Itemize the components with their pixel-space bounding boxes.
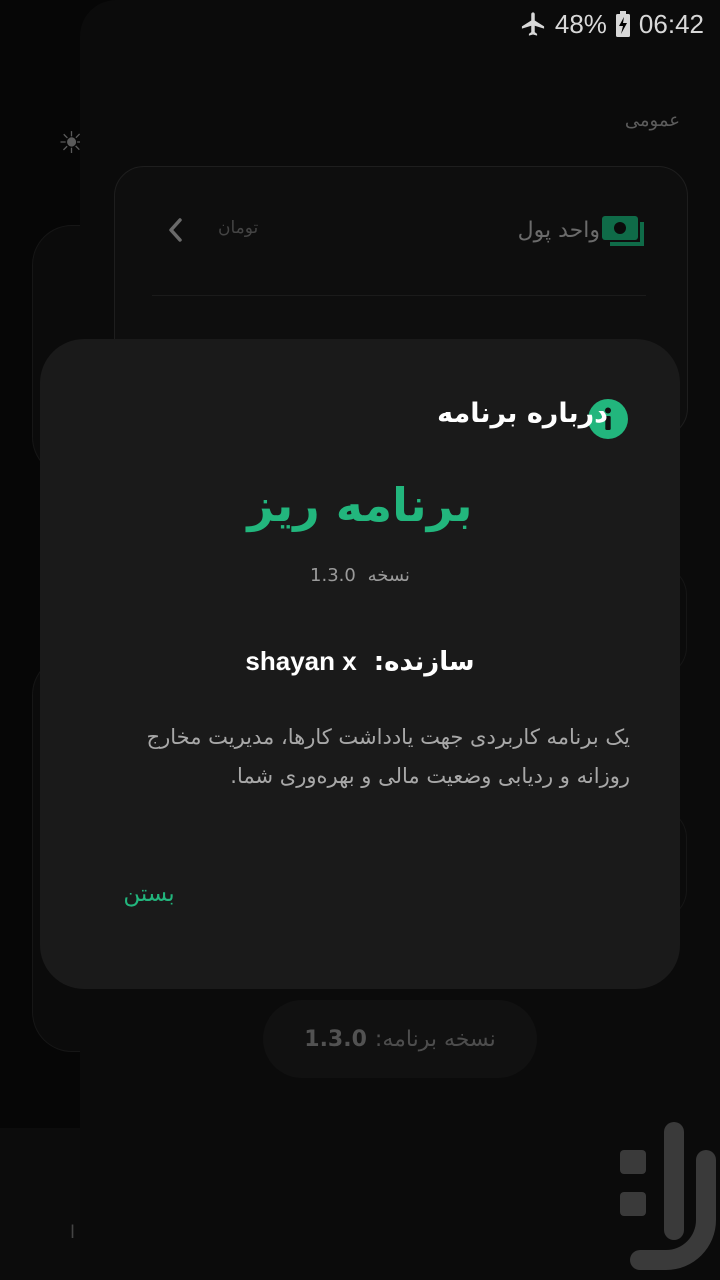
airplane-icon — [519, 10, 547, 38]
divider — [152, 295, 646, 296]
chevron-left-icon[interactable] — [164, 214, 188, 246]
developer-name: shayan x — [245, 646, 357, 676]
clock: 06:42 — [638, 8, 704, 39]
close-button[interactable]: بستن — [104, 868, 194, 920]
dialog-title: درباره برنامه — [437, 398, 608, 429]
battery-percent: 48% — [554, 8, 607, 39]
sun-icon: ☀ — [58, 126, 80, 161]
status-bar: 48% 06:42 — [0, 0, 720, 48]
screen: ☀ ا عمومی واحد پول تومان نسخه برنامه: 1.… — [0, 0, 720, 1280]
developer-label: سازنده: — [373, 647, 475, 677]
developer-line: سازنده: shayan x — [40, 646, 680, 677]
store-watermark-logo — [612, 1116, 716, 1272]
background-nav-bar — [0, 1128, 80, 1280]
section-label-general: عمومی — [624, 110, 680, 131]
version-pill-label: نسخه برنامه: — [374, 1026, 496, 1052]
app-version: نسخه 1.3.0 — [40, 565, 680, 586]
currency-setting-value: تومان — [218, 218, 259, 238]
app-name: برنامه ریز — [247, 478, 473, 532]
version-pill: نسخه برنامه: 1.3.0 — [263, 1000, 537, 1078]
app-description: یک برنامه کاربردی جهت یادداشت کارها، مدی… — [146, 725, 630, 788]
version-prefix: نسخه — [367, 565, 410, 586]
battery-charging-icon — [615, 10, 631, 38]
version-number: 1.3.0 — [310, 565, 356, 586]
money-icon — [600, 212, 648, 248]
version-pill-number: 1.3.0 — [304, 1026, 367, 1052]
currency-setting-title[interactable]: واحد پول — [518, 218, 600, 243]
background-nav-label: ا — [70, 1222, 76, 1243]
